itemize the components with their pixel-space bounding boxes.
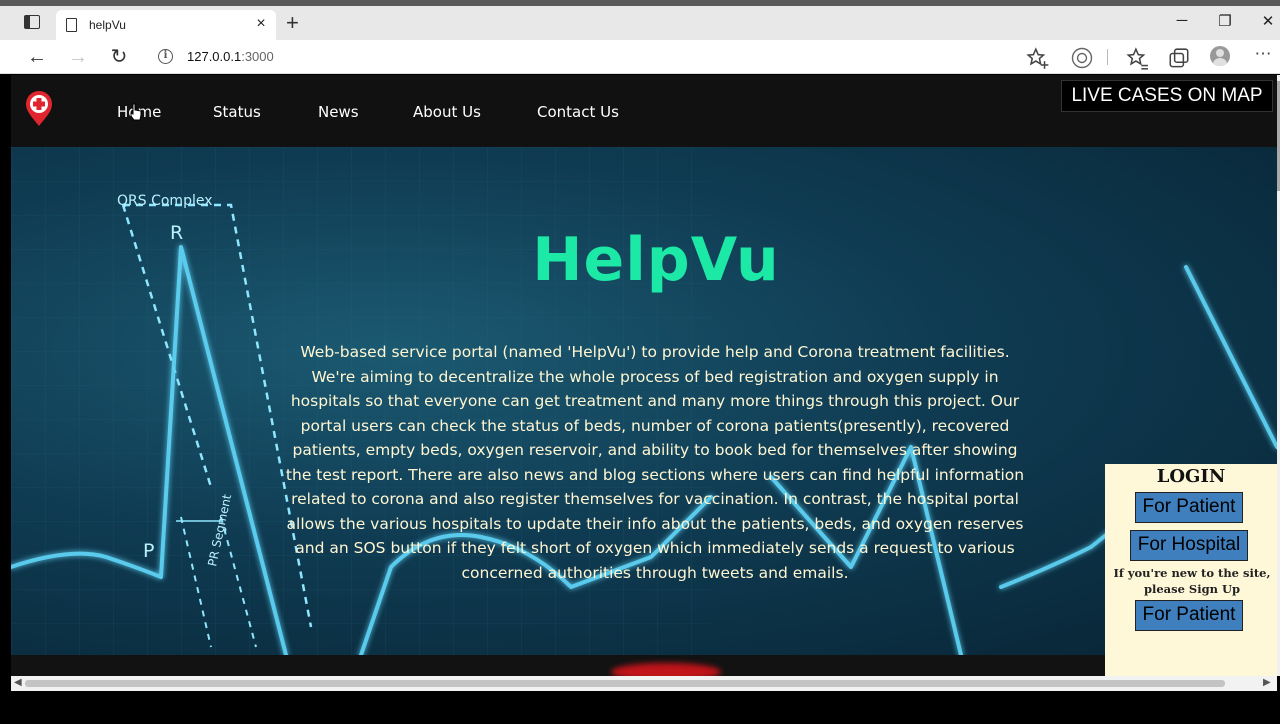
site-info-icon[interactable]: i	[158, 49, 173, 64]
hero-description: Web-based service portal (named 'HelpVu'…	[285, 343, 1025, 582]
login-hospital-button[interactable]: For Hospital	[1130, 530, 1248, 561]
nav-status-link[interactable]: Status	[213, 103, 261, 121]
login-panel: LOGIN For Patient For Hospital If you're…	[1105, 464, 1277, 676]
restore-icon[interactable]: ❐	[1210, 12, 1240, 30]
forward-icon[interactable]: →	[65, 44, 91, 70]
nav-about-link[interactable]: About Us	[413, 103, 481, 121]
close-tab-icon[interactable]: ×	[252, 15, 270, 33]
url-text[interactable]: 127.0.0.1:3000	[187, 49, 274, 64]
address-bar[interactable]: i 127.0.0.1:3000	[146, 43, 1066, 71]
hero-title: HelpVu	[532, 225, 780, 295]
add-favorite-icon[interactable]	[1026, 47, 1050, 71]
signup-note: If you're new to the site, please Sign U…	[1113, 566, 1271, 596]
medical-logo-icon[interactable]	[25, 91, 53, 127]
next-section-preview	[11, 655, 1277, 676]
live-cases-map-button[interactable]: LIVE CASES ON MAP	[1061, 80, 1273, 112]
reload-icon[interactable]: ↻	[106, 44, 132, 70]
browser-titlebar: helpVu × + ─ ❐ ✕	[0, 0, 1280, 42]
favorites-icon[interactable]	[1125, 47, 1149, 71]
browser-tab[interactable]: helpVu ×	[56, 10, 276, 42]
signup-patient-button[interactable]: For Patient	[1135, 600, 1243, 631]
horizontal-scroll-thumb[interactable]	[25, 680, 1225, 687]
qrs-label: QRS Complex	[117, 193, 213, 209]
horizontal-scrollbar[interactable]: ◀ ▶	[11, 676, 1277, 691]
site-navbar: Home Status News About Us Contact Us LIV…	[11, 75, 1277, 147]
nav-contact-link[interactable]: Contact Us	[537, 103, 619, 121]
close-window-icon[interactable]: ✕	[1253, 12, 1280, 30]
p-label: P	[143, 540, 154, 562]
immersive-reader-icon[interactable]	[1070, 46, 1094, 70]
collections-icon[interactable]	[1167, 47, 1191, 71]
scroll-left-icon[interactable]: ◀	[14, 677, 22, 688]
login-title: LOGIN	[1156, 466, 1226, 487]
page-icon	[66, 18, 77, 32]
browser-toolbar: ← → ↻ i 127.0.0.1:3000 ⋯	[0, 40, 1280, 74]
new-tab-icon[interactable]: +	[286, 12, 299, 34]
mouse-cursor-icon	[130, 103, 142, 121]
settings-more-icon[interactable]: ⋯	[1251, 44, 1275, 68]
toolbar-divider	[1107, 49, 1108, 65]
tab-title: helpVu	[89, 18, 126, 32]
scroll-right-icon[interactable]: ▶	[1263, 677, 1271, 688]
minimize-icon[interactable]: ─	[1167, 12, 1197, 29]
back-icon[interactable]: ←	[24, 44, 50, 70]
login-patient-button[interactable]: For Patient	[1135, 492, 1243, 523]
nav-news-link[interactable]: News	[318, 103, 359, 121]
profile-avatar[interactable]	[1210, 46, 1230, 66]
page-viewport: Home Status News About Us Contact Us LIV…	[11, 75, 1277, 676]
hero-section: QRS Complex R P PR Segment HelpVu Web-ba…	[11, 147, 1277, 655]
tab-actions-icon[interactable]	[24, 15, 40, 29]
red-shape	[611, 663, 721, 676]
